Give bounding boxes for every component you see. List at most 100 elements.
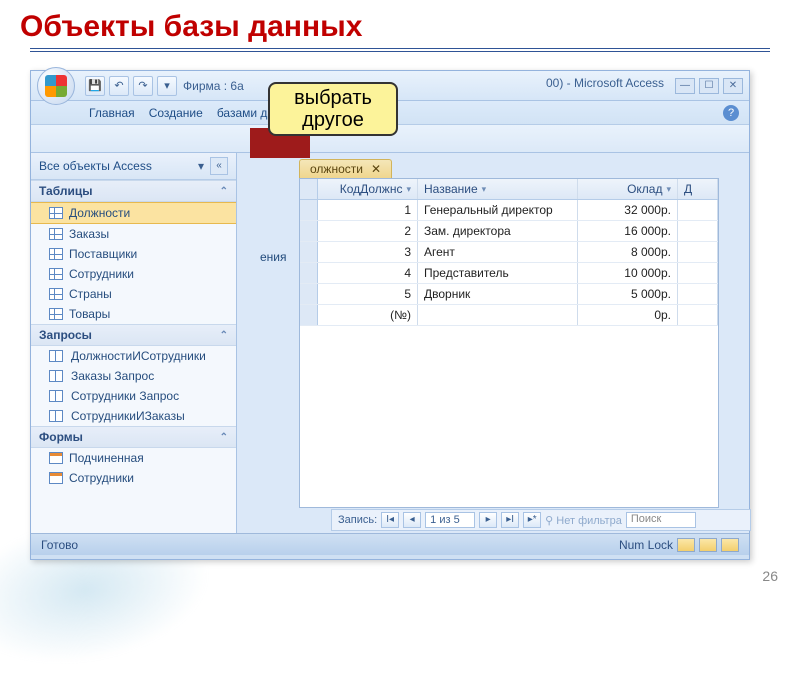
undo-icon[interactable]: ↶ xyxy=(109,76,129,96)
row-selector[interactable] xyxy=(300,221,318,241)
help-icon[interactable]: ? xyxy=(723,105,739,121)
cell-extra[interactable] xyxy=(678,221,718,241)
datasheet-tab[interactable]: олжности ✕ xyxy=(299,159,392,178)
record-search[interactable]: Поиск xyxy=(626,512,696,528)
row-selector-header[interactable] xyxy=(300,179,318,199)
cell-extra[interactable] xyxy=(678,200,718,220)
col-header-name[interactable]: Название▾ xyxy=(418,179,578,199)
obscured-text: ения xyxy=(260,250,287,264)
status-numlock: Num Lock xyxy=(619,538,673,552)
maximize-button[interactable]: ☐ xyxy=(699,78,719,94)
table-row[interactable]: 3Агент8 000р. xyxy=(300,242,718,263)
col-header-salary[interactable]: Оклад▾ xyxy=(578,179,678,199)
quick-access-toolbar: 💾 ↶ ↷ ▾ xyxy=(37,67,177,105)
cell-name[interactable] xyxy=(418,305,578,325)
save-icon[interactable]: 💾 xyxy=(85,76,105,96)
row-selector[interactable] xyxy=(300,284,318,304)
cell-id[interactable]: 4 xyxy=(318,263,418,283)
next-record-button[interactable]: ▸ xyxy=(479,512,497,528)
nav-item-countries[interactable]: Страны xyxy=(31,284,236,304)
cell-name[interactable]: Агент xyxy=(418,242,578,262)
chevron-down-icon: ▾ xyxy=(666,184,671,195)
record-position[interactable]: 1 из 5 xyxy=(425,512,475,528)
view-datasheet-icon[interactable] xyxy=(677,538,695,552)
status-ready: Готово xyxy=(41,538,78,552)
title-rule xyxy=(30,48,770,52)
cell-extra[interactable] xyxy=(678,242,718,262)
row-selector[interactable] xyxy=(300,242,318,262)
table-icon xyxy=(49,207,63,219)
cell-id[interactable]: 1 xyxy=(318,200,418,220)
nav-item-employees[interactable]: Сотрудники xyxy=(31,264,236,284)
row-selector[interactable] xyxy=(300,200,318,220)
last-record-button[interactable]: ▸I xyxy=(501,512,519,528)
qat-menu-icon[interactable]: ▾ xyxy=(157,76,177,96)
cell-id[interactable]: 5 xyxy=(318,284,418,304)
nav-item-query-3[interactable]: Сотрудники Запрос xyxy=(31,386,236,406)
chevron-down-icon: ▾ xyxy=(482,184,487,195)
grid-header: КодДолжнс▾ Название▾ Оклад▾ Д xyxy=(300,179,718,200)
row-selector[interactable] xyxy=(300,305,318,325)
cell-salary[interactable]: 10 000р. xyxy=(578,263,678,283)
cell-name[interactable]: Генеральный директор xyxy=(418,200,578,220)
cell-salary[interactable]: 5 000р. xyxy=(578,284,678,304)
prev-record-button[interactable]: ◂ xyxy=(403,512,421,528)
slide-title: Объекты базы данных xyxy=(0,0,800,48)
nav-pane-header[interactable]: Все объекты Access ▾ « xyxy=(31,153,236,180)
datasheet-area: олжности ✕ КодДолжнс▾ Название▾ Оклад▾ Д… xyxy=(237,153,749,533)
row-selector[interactable] xyxy=(300,263,318,283)
nav-item-positions[interactable]: Должности xyxy=(31,202,236,224)
nav-item-query-4[interactable]: СотрудникиИЗаказы xyxy=(31,406,236,426)
new-record-button[interactable]: ▸* xyxy=(523,512,541,528)
cell-salary[interactable]: 0р. xyxy=(578,305,678,325)
close-button[interactable]: ✕ xyxy=(723,78,743,94)
cell-salary[interactable]: 8 000р. xyxy=(578,242,678,262)
cell-salary[interactable]: 16 000р. xyxy=(578,221,678,241)
category-forms[interactable]: Формы⌃ xyxy=(31,426,236,448)
cell-extra[interactable] xyxy=(678,305,718,325)
cell-id[interactable]: (№) xyxy=(318,305,418,325)
nav-item-query-1[interactable]: ДолжностиИСотрудники xyxy=(31,346,236,366)
nav-item-suppliers[interactable]: Поставщики xyxy=(31,244,236,264)
cell-salary[interactable]: 32 000р. xyxy=(578,200,678,220)
nav-item-query-2[interactable]: Заказы Запрос xyxy=(31,366,236,386)
col-header-extra[interactable]: Д xyxy=(678,179,718,199)
datasheet: КодДолжнс▾ Название▾ Оклад▾ Д 1Генеральн… xyxy=(299,178,719,508)
close-tab-icon[interactable]: ✕ xyxy=(371,162,381,176)
cell-name[interactable]: Представитель xyxy=(418,263,578,283)
navigation-pane: Все объекты Access ▾ « Таблицы⌃ Должност… xyxy=(31,153,237,533)
cell-name[interactable]: Зам. директора xyxy=(418,221,578,241)
cell-id[interactable]: 3 xyxy=(318,242,418,262)
view-design-icon[interactable] xyxy=(699,538,717,552)
table-icon xyxy=(49,308,63,320)
category-tables[interactable]: Таблицы⌃ xyxy=(31,180,236,202)
table-row[interactable]: (№) 0р. xyxy=(300,305,718,326)
query-icon xyxy=(49,350,65,362)
tab-home[interactable]: Главная xyxy=(89,106,135,120)
office-button[interactable] xyxy=(37,67,75,105)
col-header-id[interactable]: КодДолжнс▾ xyxy=(318,179,418,199)
nav-item-form-1[interactable]: Подчиненная xyxy=(31,448,236,468)
minimize-button[interactable]: — xyxy=(675,78,695,94)
query-icon xyxy=(49,370,65,382)
table-row[interactable]: 2Зам. директора16 000р. xyxy=(300,221,718,242)
cell-extra[interactable] xyxy=(678,284,718,304)
category-queries[interactable]: Запросы⌃ xyxy=(31,324,236,346)
table-row[interactable]: 5Дворник5 000р. xyxy=(300,284,718,305)
query-icon xyxy=(49,390,65,402)
collapse-pane-icon[interactable]: « xyxy=(210,157,228,175)
window-controls: — ☐ ✕ xyxy=(675,78,743,94)
cell-extra[interactable] xyxy=(678,263,718,283)
nav-item-form-2[interactable]: Сотрудники xyxy=(31,468,236,488)
filter-status: ⚲ Нет фильтра xyxy=(545,514,622,527)
table-row[interactable]: 4Представитель10 000р. xyxy=(300,263,718,284)
view-other-icon[interactable] xyxy=(721,538,739,552)
nav-item-orders[interactable]: Заказы xyxy=(31,224,236,244)
cell-name[interactable]: Дворник xyxy=(418,284,578,304)
redo-icon[interactable]: ↷ xyxy=(133,76,153,96)
first-record-button[interactable]: I◂ xyxy=(381,512,399,528)
tab-create[interactable]: Создание xyxy=(149,106,203,120)
table-row[interactable]: 1Генеральный директор32 000р. xyxy=(300,200,718,221)
nav-item-products[interactable]: Товары xyxy=(31,304,236,324)
cell-id[interactable]: 2 xyxy=(318,221,418,241)
